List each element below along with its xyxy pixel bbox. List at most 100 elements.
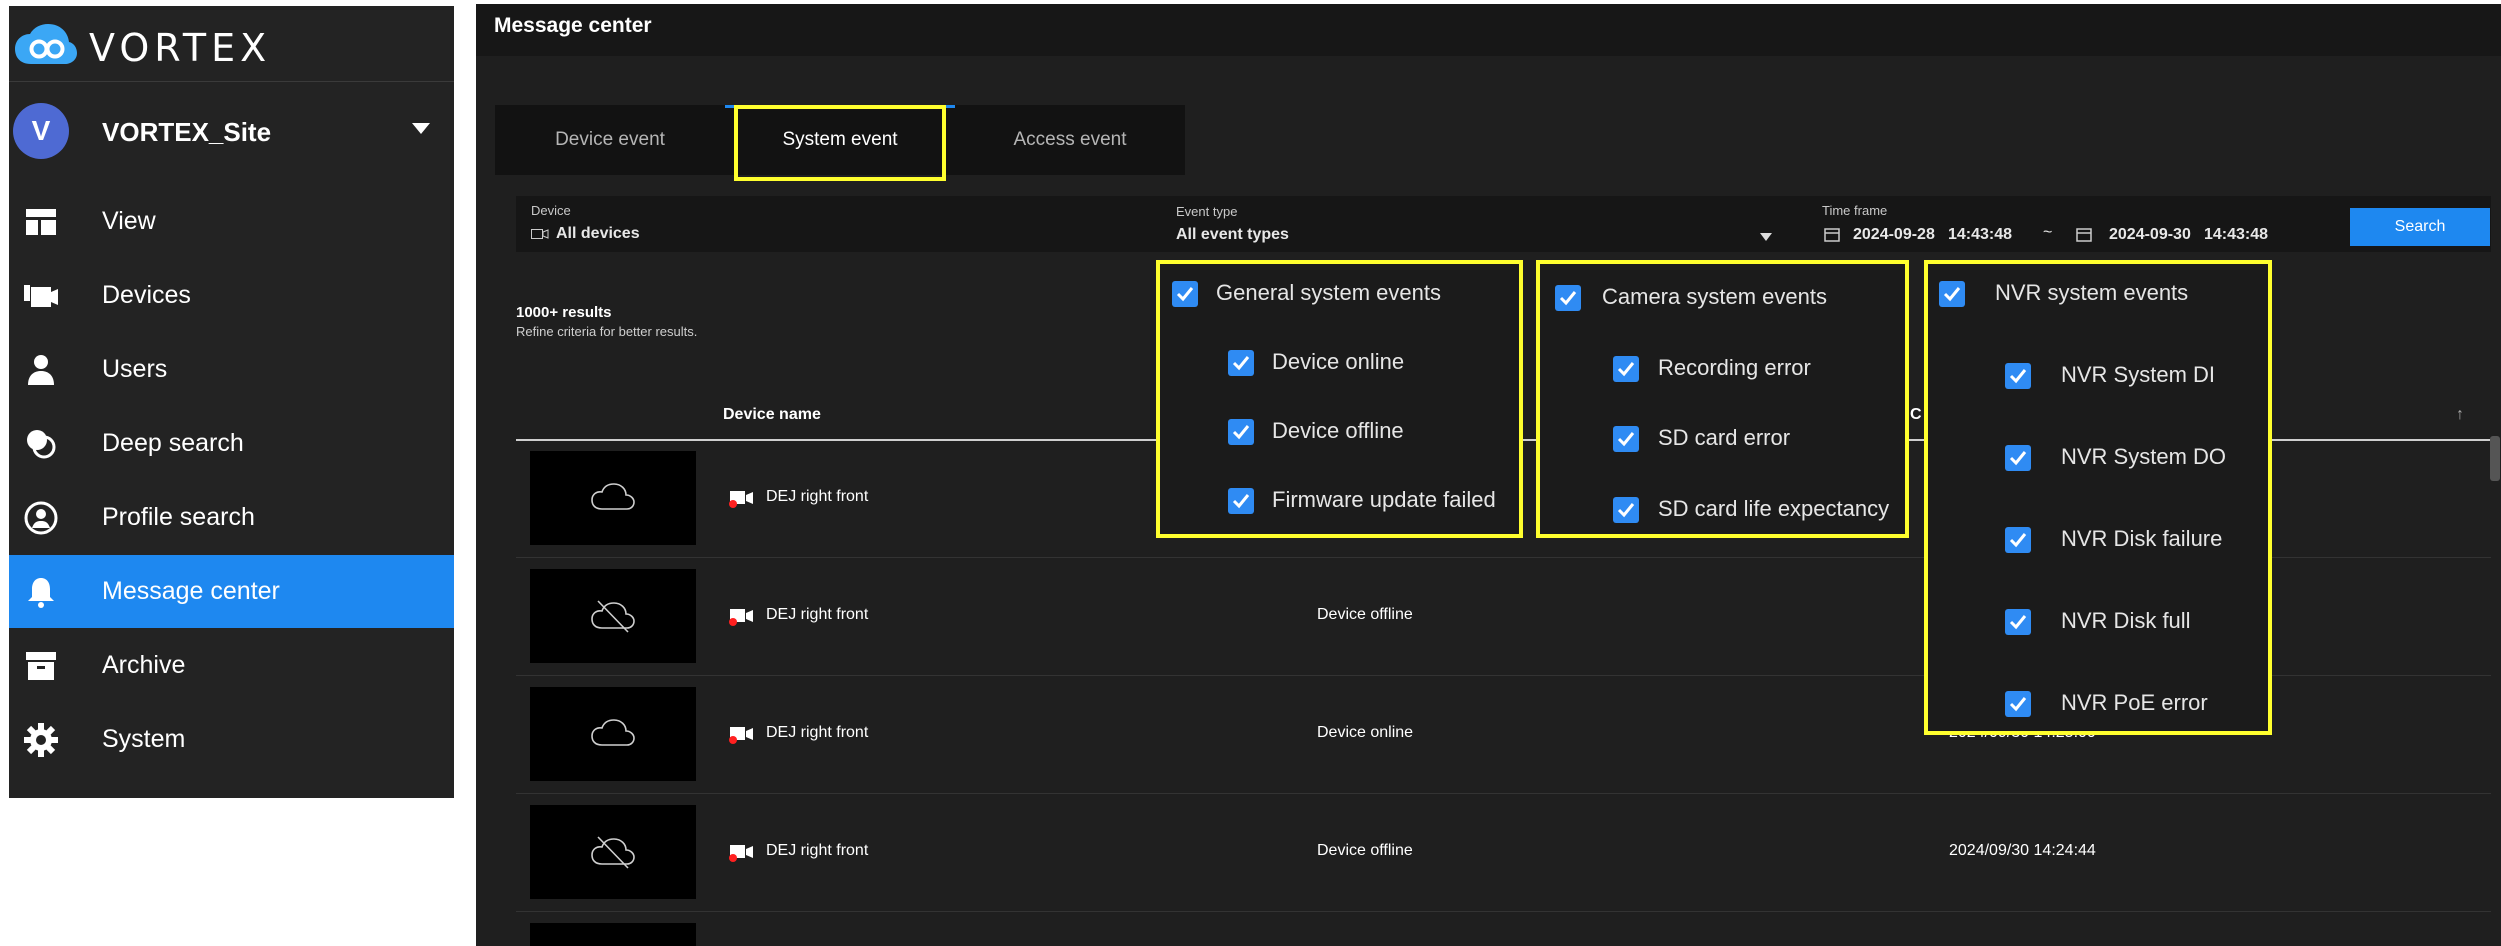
nav-label: Deep search: [102, 429, 244, 457]
general-system-events-title: General system events: [1216, 280, 1441, 305]
view-icon: [26, 209, 56, 235]
table-row[interactable]: DEJ right front Device offline 2024/09/3…: [516, 793, 2491, 912]
to-time[interactable]: 14:43:48: [2204, 226, 2268, 244]
nvr-system-di-checkbox[interactable]: [2005, 363, 2031, 389]
sd-card-life-expectancy-label: SD card life expectancy: [1658, 496, 1890, 521]
nav-label: System: [102, 725, 186, 753]
gear-icon: [24, 723, 58, 757]
from-date[interactable]: 2024-09-28: [1853, 226, 1935, 244]
nav-label: View: [102, 207, 156, 235]
device-online-label: Device online: [1272, 349, 1405, 374]
nvr-system-events-checkbox[interactable]: [1939, 281, 1965, 307]
timeframe-label: Time frame: [1822, 203, 1888, 218]
nvr-system-do-label: NVR System DO: [2061, 444, 2227, 469]
nav-label: Message center: [102, 577, 280, 605]
deep-search-icon: [27, 430, 56, 459]
site-selector[interactable]: V VORTEX_Site: [9, 83, 454, 163]
camera-status-icon: [729, 845, 753, 862]
results-count: 1000+ results: [516, 304, 612, 321]
sort-arrow-icon[interactable]: ↑: [2456, 406, 2464, 424]
search-button[interactable]: Search: [2350, 208, 2490, 246]
camera-system-events-panel: Camera system events Recording error SD …: [1536, 260, 1909, 538]
caret-down-icon[interactable]: [412, 123, 430, 134]
cloud-off-icon: [591, 836, 635, 869]
users-icon: [28, 355, 54, 385]
camera-status-icon: [729, 491, 753, 508]
row-event-type: Device online: [1317, 724, 1414, 741]
nav-item-devices[interactable]: Devices: [9, 259, 454, 332]
column-device-name[interactable]: Device name: [723, 406, 821, 424]
nav-item-profile-search[interactable]: Profile search: [9, 481, 454, 554]
nav-item-deep-search[interactable]: Deep search: [9, 407, 454, 480]
tab-system-event[interactable]: System event: [725, 105, 955, 175]
nvr-system-events-panel: NVR system events NVR System DI NVR Syst…: [1924, 260, 2272, 735]
event-thumbnail[interactable]: [530, 569, 696, 663]
device-filter-value[interactable]: All devices: [556, 225, 640, 243]
event-thumbnail[interactable]: [530, 805, 696, 899]
cloud-icon: [591, 483, 635, 510]
row-device-name: DEJ right front: [766, 606, 869, 623]
table-row[interactable]: [516, 911, 2491, 946]
filter-bar: [516, 196, 2491, 252]
event-type-select[interactable]: All event types: [1176, 226, 1289, 244]
row-device-name: DEJ right front: [766, 724, 869, 741]
sidebar: VORTEX V VORTEX_Site View Devices Users …: [9, 6, 454, 798]
devices-icon: [24, 285, 58, 307]
event-thumbnail[interactable]: [530, 451, 696, 545]
nav-item-view[interactable]: View: [9, 185, 454, 258]
event-thumbnail[interactable]: [530, 923, 696, 946]
nav-label: Archive: [102, 651, 186, 679]
firmware-update-failed-checkbox[interactable]: [1228, 488, 1254, 514]
row-event-type: Device offline: [1317, 606, 1413, 623]
nvr-poe-error-checkbox[interactable]: [2005, 691, 2031, 717]
column-time[interactable]: C: [1910, 406, 1922, 424]
site-name: VORTEX_Site: [102, 117, 272, 147]
cloud-off-icon: [591, 600, 635, 633]
brand-name: VORTEX: [89, 26, 272, 70]
tab-access-event[interactable]: Access event: [955, 105, 1185, 175]
chevron-down-icon[interactable]: [1760, 233, 1772, 241]
general-system-events-checkbox[interactable]: [1172, 281, 1198, 307]
nav-item-system[interactable]: System: [9, 703, 454, 776]
recording-error-label: Recording error: [1658, 355, 1811, 380]
page-title: Message center: [494, 14, 652, 37]
device-offline-checkbox[interactable]: [1228, 419, 1254, 445]
nvr-system-di-label: NVR System DI: [2061, 362, 2216, 387]
nvr-system-do-checkbox[interactable]: [2005, 445, 2031, 471]
nav-label: Users: [102, 355, 168, 383]
calendar-icon[interactable]: [1824, 226, 1840, 242]
camera-icon: [531, 229, 549, 239]
nvr-disk-failure-checkbox[interactable]: [2005, 527, 2031, 553]
device-online-checkbox[interactable]: [1228, 350, 1254, 376]
nav-item-archive[interactable]: Archive: [9, 629, 454, 702]
nvr-disk-full-label: NVR Disk full: [2061, 608, 2191, 633]
sd-card-life-expectancy-checkbox[interactable]: [1613, 497, 1639, 523]
firmware-update-failed-label: Firmware update failed: [1272, 487, 1496, 512]
general-system-events-panel: General system events Device online Devi…: [1156, 260, 1523, 538]
nvr-disk-failure-label: NVR Disk failure: [2061, 526, 2223, 551]
event-type-label: Event type: [1176, 204, 1238, 219]
camera-system-events-checkbox[interactable]: [1555, 285, 1581, 311]
nvr-poe-error-label: NVR PoE error: [2061, 690, 2208, 715]
scrollbar-thumb[interactable]: [2490, 436, 2500, 481]
nav-item-message-center[interactable]: Message center: [9, 555, 454, 628]
bell-icon: [28, 578, 54, 608]
event-thumbnail[interactable]: [530, 687, 696, 781]
sd-card-error-label: SD card error: [1658, 425, 1791, 450]
row-time: 2024/09/30 14:24:44: [1949, 842, 2096, 859]
from-time[interactable]: 14:43:48: [1948, 226, 2012, 244]
recording-error-checkbox[interactable]: [1613, 356, 1639, 382]
calendar-icon[interactable]: [2076, 226, 2092, 242]
nav-item-users[interactable]: Users: [9, 333, 454, 406]
nvr-disk-full-checkbox[interactable]: [2005, 609, 2031, 635]
to-date[interactable]: 2024-09-30: [2109, 226, 2191, 244]
row-event-type: Device offline: [1317, 842, 1413, 859]
range-separator: ~: [2043, 224, 2053, 241]
row-device-name: DEJ right front: [766, 842, 869, 859]
device-filter-label: Device: [531, 203, 571, 218]
header-bar: Message center: [476, 4, 2501, 56]
device-offline-label: Device offline: [1272, 418, 1404, 443]
tab-device-event[interactable]: Device event: [495, 105, 725, 175]
vortex-cloud-icon: [15, 24, 77, 64]
sd-card-error-checkbox[interactable]: [1613, 426, 1639, 452]
